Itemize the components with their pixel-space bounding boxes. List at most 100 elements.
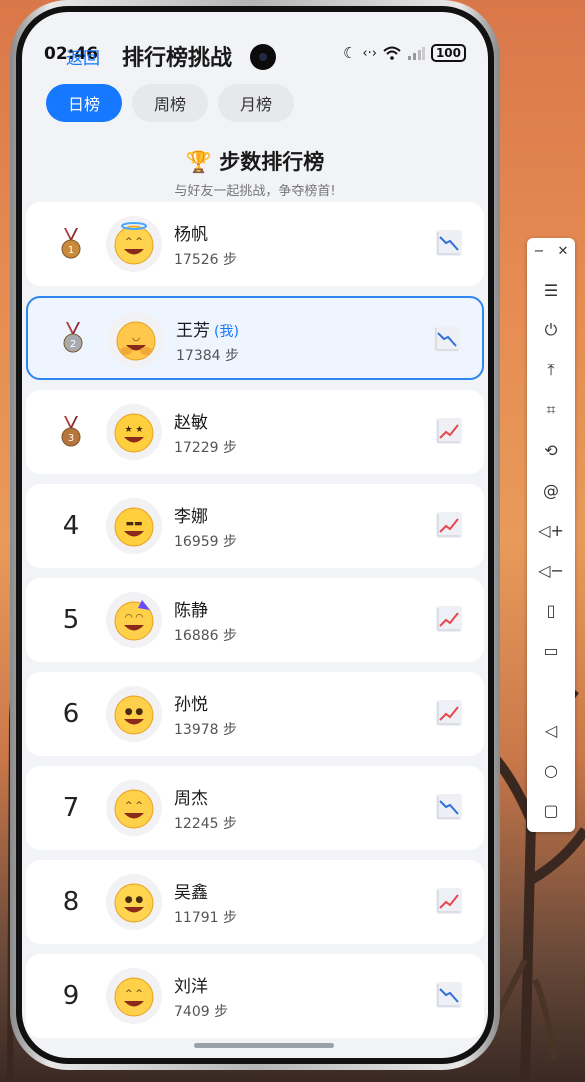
svg-text:^ ^: ^ ^	[125, 989, 143, 999]
tab-daily[interactable]: 日榜	[46, 84, 123, 122]
battery-indicator: 100	[430, 44, 466, 62]
volume-up-icon[interactable]: ◁+	[538, 518, 564, 542]
recents-square-icon[interactable]: ▢	[539, 798, 563, 822]
leaderboard-row[interactable]: 4 ▬▬ 李娜 16959 步	[26, 484, 484, 568]
player-name: 周杰	[174, 789, 208, 809]
hugging-face-avatar: ◡	[108, 312, 164, 368]
status-icons: ☾ ‹·› 100	[343, 44, 466, 62]
trend-up-icon	[436, 418, 462, 444]
home-circle-icon[interactable]: ○	[539, 758, 563, 782]
sunglasses-face-avatar: ▬▬	[106, 498, 162, 554]
leaderboard-row[interactable]: 7 ^ ^ 周杰 12245 步	[26, 766, 484, 850]
row-name-line: 孙悦	[174, 690, 237, 715]
power-icon[interactable]: ⏻	[539, 318, 563, 342]
row-info: 孙悦 13978 步	[174, 690, 237, 739]
player-name: 孙悦	[174, 695, 208, 715]
grinning-face-avatar: ● ●	[106, 686, 162, 742]
row-name-line: 陈静	[174, 596, 237, 621]
step-count: 12245 步	[174, 816, 237, 832]
trend-up-icon	[436, 700, 462, 726]
leaderboard-row[interactable]: 6 ● ● 孙悦 13978 步	[26, 672, 484, 756]
step-count: 13978 步	[174, 722, 237, 738]
row-name-line: 刘洋	[174, 972, 228, 997]
svg-text:1: 1	[68, 245, 74, 256]
rank-number: 4	[62, 511, 80, 541]
signal-icon	[407, 47, 425, 60]
tab-monthly[interactable]: 月榜	[218, 84, 295, 122]
pin-top-icon[interactable]: ⤒	[539, 358, 563, 382]
row-name-line: 杨帆	[174, 220, 237, 245]
rotate-icon[interactable]: ⟲	[539, 438, 563, 462]
grinning-squinting-face-avatar: ^ ^	[106, 968, 162, 1024]
rank-number: 5	[62, 605, 80, 635]
slightly-smiling-face-avatar: ● ●	[106, 874, 162, 930]
svg-text:▬▬: ▬▬	[125, 519, 142, 529]
row-info: 吴鑫 11791 步	[174, 878, 237, 927]
crop-icon[interactable]: ⌗	[539, 398, 563, 422]
player-name: 赵敏	[174, 413, 208, 433]
screen-rotate-icon[interactable]: ▯	[539, 598, 563, 622]
partying-face-avatar: ◠ ◠	[106, 592, 162, 648]
star-struck-avatar: ★ ★	[106, 404, 162, 460]
svg-text:^ ^: ^ ^	[125, 237, 143, 247]
trend-up-icon	[436, 888, 462, 914]
row-info: 赵敏 17229 步	[174, 408, 237, 457]
home-indicator[interactable]	[194, 1043, 334, 1048]
player-name: 王芳	[176, 321, 210, 341]
svg-text:^ ^: ^ ^	[125, 801, 143, 811]
me-tag: (我)	[214, 324, 239, 340]
player-name: 吴鑫	[174, 883, 208, 903]
leaderboard-row[interactable]: 2 ◡ 王芳 (我) 17384 步	[26, 296, 484, 380]
row-info: 王芳 (我) 17384 步	[176, 316, 239, 365]
leaderboard-row[interactable]: 5 ◠ ◠ 陈静 16886 步	[26, 578, 484, 662]
row-name-line: 吴鑫	[174, 878, 237, 903]
player-name: 李娜	[174, 507, 208, 527]
close-icon[interactable]: ✕	[558, 244, 569, 259]
leaderboard-row[interactable]: 3 ★ ★ 赵敏 17229 步	[26, 390, 484, 474]
leaderboard-row[interactable]: 8 ● ● 吴鑫 11791 步	[26, 860, 484, 944]
leaderboard-row[interactable]: 9 ^ ^ 刘洋 7409 步	[26, 954, 484, 1038]
step-count: 16886 步	[174, 628, 237, 644]
trend-down-icon	[436, 794, 462, 820]
back-button[interactable]: 返回	[66, 44, 100, 69]
at-icon[interactable]: @	[539, 478, 563, 502]
volume-down-icon[interactable]: ◁−	[538, 558, 564, 582]
step-count: 7409 步	[174, 1004, 229, 1020]
leaderboard-title: 🏆 步数排行榜	[185, 150, 325, 174]
phone-screen: 02:46 返回 排行榜挑战 ☾ ‹·› 100 日榜 周榜 月榜 🏆 步数排行…	[22, 12, 488, 1058]
step-count: 17229 步	[174, 440, 237, 456]
leaderboard-row[interactable]: 1 ^ ^ 杨帆 17526 步	[26, 202, 484, 286]
trend-down-icon	[434, 326, 460, 352]
svg-text:● ●: ● ●	[125, 895, 144, 905]
step-count: 17384 步	[176, 348, 239, 364]
row-info: 李娜 16959 步	[174, 502, 237, 551]
minimize-icon[interactable]: −	[534, 244, 545, 259]
toolbar-window-controls: − ✕	[527, 238, 575, 259]
leaderboard-subtitle: 与好友一起挑战，争夺榜首!	[174, 184, 336, 199]
menu-icon[interactable]: ☰	[539, 278, 563, 302]
svg-text:◡: ◡	[132, 333, 140, 343]
screenshot-icon[interactable]: ▭	[539, 638, 563, 662]
player-name: 刘洋	[174, 977, 208, 997]
phone-frame: 02:46 返回 排行榜挑战 ☾ ‹·› 100 日榜 周榜 月榜 🏆 步数排行…	[10, 0, 500, 1070]
player-name: 杨帆	[174, 225, 208, 245]
row-name-line: 王芳 (我)	[176, 316, 239, 341]
row-info: 刘洋 7409 步	[174, 972, 228, 1021]
moon-icon: ☾	[342, 44, 357, 62]
front-camera	[250, 44, 276, 70]
svg-text:2: 2	[70, 339, 76, 350]
trend-up-icon	[436, 512, 462, 538]
row-name-line: 周杰	[174, 784, 237, 809]
nfc-icon: ‹·›	[362, 45, 377, 61]
player-name: 陈静	[174, 601, 208, 621]
page-title: 排行榜挑战	[122, 46, 233, 71]
row-info: 陈静 16886 步	[174, 596, 237, 645]
wifi-icon	[383, 46, 401, 60]
tab-weekly[interactable]: 周榜	[132, 84, 209, 122]
grinning-squinting-face-avatar: ^ ^	[106, 780, 162, 836]
back-triangle-icon[interactable]: ◁	[539, 718, 563, 742]
svg-text:● ●: ● ●	[125, 707, 144, 717]
trend-up-icon	[436, 606, 462, 632]
step-count: 11791 步	[174, 910, 237, 926]
side-toolbar: − ✕ ☰ ⏻ ⤒ ⌗ ⟲ @ ◁+ ◁− ▯ ▭ ◁ ○ ▢	[527, 238, 575, 832]
